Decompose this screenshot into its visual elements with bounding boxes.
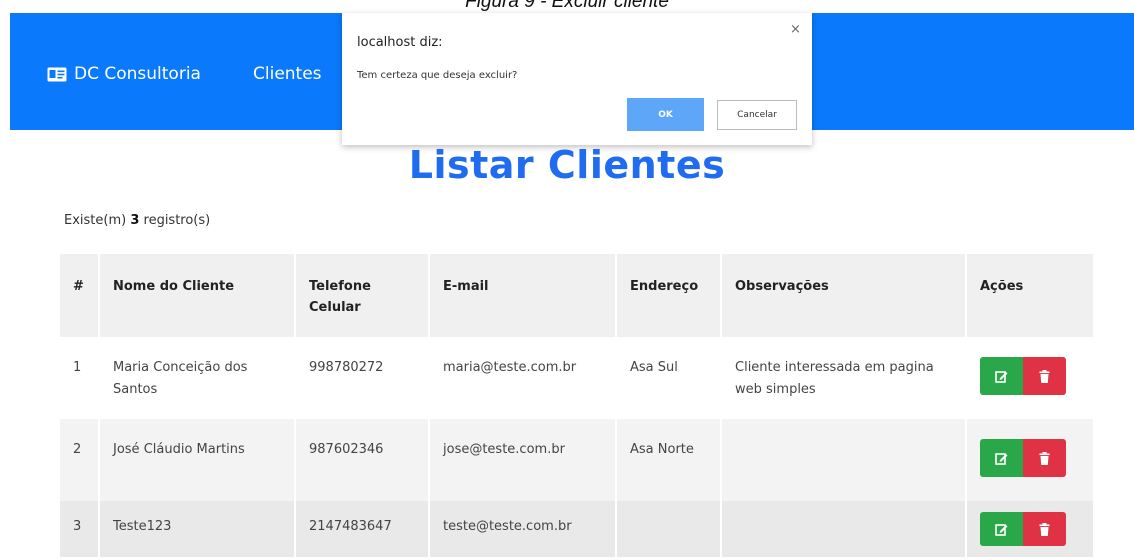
edit-button[interactable] [980, 439, 1023, 477]
table-header-row: # Nome do Cliente Telefone Celular E-mai… [60, 254, 1093, 337]
clients-table: # Nome do Cliente Telefone Celular E-mai… [60, 254, 1093, 557]
header-num: # [60, 254, 100, 337]
cell-acoes [966, 419, 1093, 501]
cancel-button[interactable]: Cancelar [717, 100, 797, 130]
cell-observacoes [721, 419, 967, 501]
edit-icon [995, 452, 1008, 465]
table-row: 2 José Cláudio Martins 987602346 jose@te… [60, 419, 1093, 501]
header-telefone: Telefone Celular [295, 254, 430, 337]
dialog-message: Tem certeza que deseja excluir? [357, 70, 518, 81]
cell-nome: Maria Conceição dos Santos [99, 337, 296, 419]
cell-num: 2 [60, 419, 100, 501]
header-nome: Nome do Cliente [99, 254, 296, 337]
brand-label: DC Consultoria [74, 64, 201, 84]
confirm-dialog: localhost diz: × Tem certeza que deseja … [342, 13, 812, 145]
edit-icon [995, 523, 1008, 536]
trash-icon [1039, 369, 1050, 383]
table-row: 1 Maria Conceição dos Santos 998780272 m… [60, 337, 1093, 419]
edit-icon [995, 370, 1008, 383]
delete-button[interactable] [1023, 512, 1066, 546]
record-count: Existe(m) 3 registro(s) [64, 213, 210, 228]
cell-num: 1 [60, 337, 100, 419]
dialog-origin: localhost diz: [357, 35, 443, 50]
edit-button[interactable] [980, 357, 1023, 395]
cell-email: maria@teste.com.br [429, 337, 617, 419]
record-count-suffix: registro(s) [139, 213, 211, 228]
cell-telefone: 998780272 [295, 337, 430, 419]
figure-caption: Figura 9 - Excluir cliente [465, 0, 669, 12]
header-email: E-mail [429, 254, 617, 337]
cell-nome: Teste123 [99, 501, 296, 557]
header-endereco: Endereço [616, 254, 722, 337]
cell-telefone: 2147483647 [295, 501, 430, 557]
cell-num: 3 [60, 501, 100, 557]
nav-link-clientes[interactable]: Clientes [253, 62, 322, 86]
cell-telefone: 987602346 [295, 419, 430, 501]
header-acoes: Ações [980, 279, 1024, 294]
row-actions [980, 439, 1080, 477]
cell-observacoes [721, 501, 967, 557]
cell-endereco: Asa Sul [616, 337, 722, 419]
cell-email: teste@teste.com.br [429, 501, 617, 557]
row-actions [980, 512, 1080, 546]
cell-endereco: Asa Norte [616, 419, 722, 501]
delete-button[interactable] [1023, 439, 1066, 477]
cell-observacoes: Cliente interessada em pagina web simple… [721, 337, 967, 419]
close-icon[interactable]: × [790, 22, 801, 37]
record-count-prefix: Existe(m) [64, 213, 131, 228]
ok-button[interactable]: OK [627, 98, 704, 131]
id-card-icon [47, 67, 67, 81]
page-title: Listar Clientes [408, 143, 726, 187]
cell-acoes [966, 501, 1093, 557]
cell-endereco [616, 501, 722, 557]
delete-button[interactable] [1023, 357, 1066, 395]
edit-button[interactable] [980, 512, 1023, 546]
trash-icon [1039, 522, 1050, 536]
cell-email: jose@teste.com.br [429, 419, 617, 501]
table-row: 3 Teste123 2147483647 teste@teste.com.br [60, 501, 1093, 557]
header-observacoes: Observações [721, 254, 967, 337]
row-actions [980, 357, 1080, 395]
navbar-brand[interactable]: DC Consultoria [47, 62, 201, 86]
cell-acoes [966, 337, 1093, 419]
trash-icon [1039, 451, 1050, 465]
cell-nome: José Cláudio Martins [99, 419, 296, 501]
